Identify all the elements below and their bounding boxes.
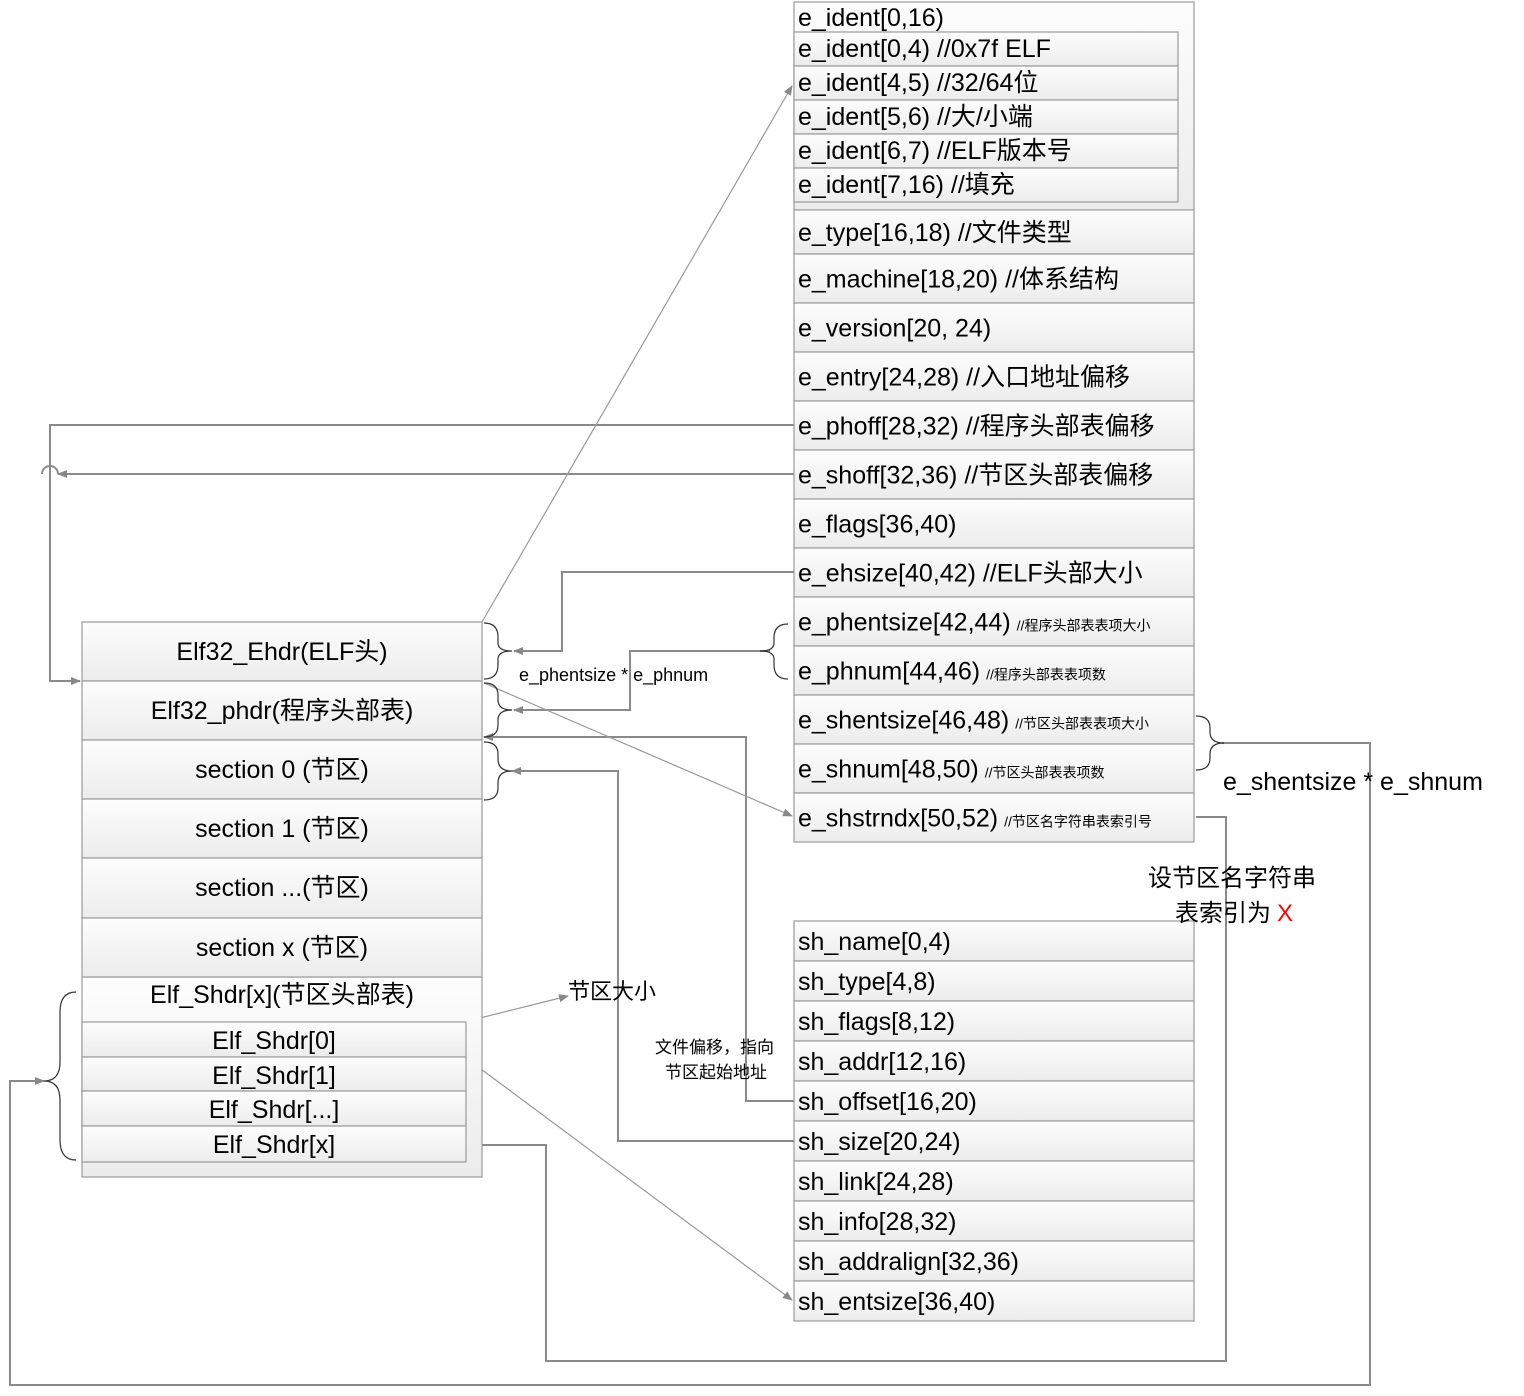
e-ident-sub-label: e_ident[0,4) //0x7f ELF <box>798 35 1051 63</box>
section-header-field: sh_name[0,4) <box>798 928 951 956</box>
section-header-field: sh_addralign[32,36) <box>798 1248 1019 1276</box>
elf-structure-diagram: e_ident[0,16) e_ident[0,4) //0x7f ELF e_id… <box>9 1 1483 1386</box>
field-name: e_phnum[44,46) <box>798 658 980 686</box>
field-note: //节区头部表表项大小 <box>1015 716 1149 732</box>
field-name: e_entry[24,28) //入口地址偏移 <box>798 364 1130 392</box>
elf-header-field: e_entry[24,28) //入口地址偏移 <box>798 364 1130 392</box>
sh-size-label: e_shentsize * e_shnum <box>1223 768 1483 796</box>
elf-header-field: e_version[20, 24) <box>798 315 991 343</box>
field-note: //程序头部表表项大小 <box>1017 618 1151 634</box>
elf-header-field: e_shoff[32,36) //节区头部表偏移 <box>798 462 1153 490</box>
field-note: //节区名字符串表索引号 <box>1004 814 1152 830</box>
shstrndx-note-line2: 表索引为 <box>1175 900 1271 927</box>
field-name: e_shoff[32,36) //节区头部表偏移 <box>798 462 1153 490</box>
offset-note-line2: 节区起始地址 <box>665 1063 767 1082</box>
field-name: e_version[20, 24) <box>798 315 991 343</box>
section-header-field: sh_link[24,28) <box>798 1168 954 1196</box>
shdr-entry-label: Elf_Shdr[...] <box>209 1096 340 1124</box>
section-header-fields-table: sh_name[0,4) sh_type[4,8) sh_flags[8,12)sh… <box>793 920 1195 1322</box>
elf-file-layout: Elf32_Ehdr(ELF头) Elf32_phdr(程序头部表)section… <box>81 621 483 1178</box>
layout-block-label: Elf32_Ehdr(ELF头) <box>176 638 387 666</box>
field-name: e_machine[18,20) //体系结构 <box>798 266 1119 294</box>
elf-header-fields-table: e_ident[0,16) e_ident[0,4) //0x7f ELF e_id… <box>793 1 1195 843</box>
layout-block-label: section 0 (节区) <box>195 756 369 784</box>
e-ident-sub-label: e_ident[6,7) //ELF版本号 <box>798 137 1072 165</box>
ph-size-label: e_phentsize * e_phnum <box>519 665 708 686</box>
layout-block-label: Elf32_phdr(程序头部表) <box>151 697 414 725</box>
field-note: //节区头部表表项数 <box>985 765 1105 781</box>
layout-block-label: Elf_Shdr[x](节区头部表) <box>150 981 414 1009</box>
elf-header-field: e_type[16,18) //文件类型 <box>798 219 1072 247</box>
field-name: e_ehsize[40,42) //ELF头部大小 <box>798 560 1143 588</box>
field-name: e_phentsize[42,44) <box>798 609 1011 637</box>
layout-block-label: section ...(节区) <box>195 874 369 902</box>
shdr-entry-label: Elf_Shdr[1] <box>212 1062 336 1090</box>
elf-header-field: e_phoff[28,32) //程序头部表偏移 <box>798 413 1155 441</box>
section-header-field: sh_type[4,8) <box>798 968 936 996</box>
field-name: e_shstrndx[50,52) <box>798 805 998 833</box>
elf-header-field: e_ehsize[40,42) //ELF头部大小 <box>798 560 1143 588</box>
shstrndx-note-line1: 设节区名字符串 <box>1148 865 1316 892</box>
field-name: e_shentsize[46,48) <box>798 707 1009 735</box>
layout-block-label: section 1 (节区) <box>195 815 369 843</box>
e-ident-label: e_ident[0,16) <box>798 4 944 32</box>
section-header-field: sh_entsize[36,40) <box>798 1288 995 1316</box>
field-name: e_shnum[48,50) <box>798 756 979 784</box>
svg-text:表索引为X: 表索引为 X <box>1175 900 1293 927</box>
section-header-field: sh_flags[8,12) <box>798 1008 955 1036</box>
section-size-label: 节区大小 <box>568 979 656 1004</box>
field-name: e_flags[36,40) <box>798 511 956 539</box>
layout-block-label: section x (节区) <box>196 934 368 962</box>
field-name: e_phoff[28,32) //程序头部表偏移 <box>798 413 1155 441</box>
shdr-entry-label: Elf_Shdr[x] <box>213 1131 335 1159</box>
e-ident-sub-label: e_ident[4,5) //32/64位 <box>798 69 1038 97</box>
section-header-field: sh_info[28,32) <box>798 1208 956 1236</box>
elf-header-field: e_flags[36,40) <box>798 511 956 539</box>
shstrndx-x-highlight: X <box>1277 900 1293 927</box>
elf-header-field: e_machine[18,20) //体系结构 <box>798 266 1119 294</box>
section-header-field: sh_size[20,24) <box>798 1128 961 1156</box>
offset-note-line1: 文件偏移，指向 <box>655 1038 774 1057</box>
field-name: e_type[16,18) //文件类型 <box>798 219 1072 247</box>
section-header-field: sh_offset[16,20) <box>798 1088 977 1116</box>
e-ident-sub-label: e_ident[5,6) //大/小端 <box>798 103 1033 131</box>
section-header-field: sh_addr[12,16) <box>798 1048 966 1076</box>
shdr-entry-label: Elf_Shdr[0] <box>212 1027 336 1055</box>
field-note: //程序头部表表项数 <box>986 667 1106 683</box>
e-ident-sub-label: e_ident[7,16) //填充 <box>798 171 1015 199</box>
